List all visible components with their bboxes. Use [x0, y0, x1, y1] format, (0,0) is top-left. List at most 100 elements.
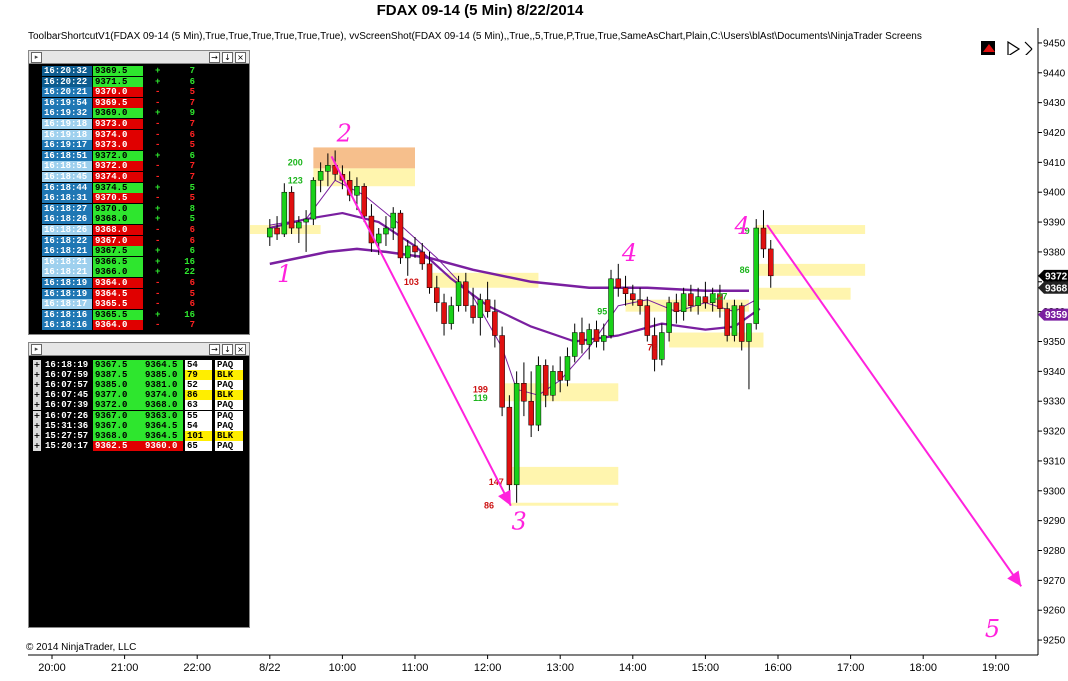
block-trades-panel[interactable]: ▸ → ↓ × +16:18:19 9367.5 9364.5 54 PAQ +16:07… [28, 342, 250, 628]
y-tick-label: 9390 [1043, 218, 1066, 229]
trend-arrow [766, 224, 1023, 587]
tape-size: 5 [189, 214, 195, 225]
arrow-down-icon[interactable]: ↓ [222, 344, 233, 355]
tape-time: 16:18:26 [42, 225, 92, 235]
tape-row[interactable]: 16:18:21 9366.0 +22 [29, 267, 249, 278]
block-high: 9367.5 [93, 360, 143, 370]
expand-icon[interactable]: + [33, 440, 41, 451]
tape-row[interactable]: 16:18:21 9366.5 +16 [29, 256, 249, 267]
candle-body [659, 332, 665, 360]
tape-time: 16:18:27 [42, 203, 92, 214]
tape-price: 9374.0 [93, 172, 143, 182]
tape-time: 16:18:19 [42, 278, 92, 288]
tape-price: 9365.5 [93, 309, 143, 320]
block-row[interactable]: +16:07:39 9372.0 9368.0 63 PAQ [29, 400, 249, 411]
close-icon[interactable]: × [235, 52, 246, 63]
tape-row[interactable]: 16:18:19 9364.5 - 5 [29, 288, 249, 299]
tape-row[interactable]: 16:18:51 9372.0 +6 [29, 150, 249, 161]
tape-row[interactable]: 16:18:16 9365.5 +16 [29, 309, 249, 320]
candle-body [637, 299, 643, 306]
arrow-right-icon[interactable]: → [209, 52, 220, 63]
tape-row[interactable]: 16:18:17 9365.5 - 6 [29, 299, 249, 310]
tape-row[interactable]: 16:19:18 9373.0 - 7 [29, 119, 249, 129]
tape-row[interactable]: 16:20:21 9370.0 - 5 [29, 87, 249, 98]
tape-row[interactable]: 16:20:32 9369.5 +7 [29, 66, 249, 76]
step-icon[interactable] [1022, 41, 1036, 55]
tape-row[interactable]: 16:20:22 9371.5 +6 [29, 76, 249, 87]
expand-icon[interactable]: + [33, 430, 41, 441]
tape-row[interactable]: 16:18:31 9370.5 - 5 [29, 193, 249, 204]
tape-price: 9372.0 [93, 161, 143, 172]
record-icon[interactable] [981, 41, 995, 55]
tape-time: 16:18:45 [42, 172, 92, 182]
tape-size: 5 [189, 182, 195, 193]
block-high: 9367.0 [93, 410, 143, 421]
y-tick-label: 9450 [1043, 38, 1066, 49]
block-row[interactable]: +16:07:26 9367.0 9363.0 55 PAQ [29, 410, 249, 421]
expand-icon[interactable]: + [33, 390, 41, 401]
tape-size: 6 [189, 299, 195, 310]
close-icon[interactable]: × [235, 344, 246, 355]
tape-row[interactable]: 16:19:54 9369.5 - 7 [29, 97, 249, 108]
x-tick-label: 19:00 [982, 662, 1010, 674]
candle-body [666, 302, 672, 333]
tape-row[interactable]: 16:18:44 9374.5 +5 [29, 182, 249, 193]
block-low: 9364.5 [143, 420, 183, 431]
arrow-right-icon[interactable]: → [209, 344, 220, 355]
tape-row[interactable]: 16:18:27 9370.0 +8 [29, 203, 249, 214]
tape-row[interactable]: 16:19:17 9373.0 - 5 [29, 140, 249, 151]
x-tick-label: 11:00 [402, 662, 429, 674]
tape-size: 6 [189, 235, 195, 246]
tape-row[interactable]: 16:18:26 9368.0 +5 [29, 214, 249, 225]
tape-row[interactable]: 16:18:16 9364.0 - 7 [29, 320, 249, 331]
tape-row[interactable]: 16:19:18 9374.0 - 6 [29, 129, 249, 140]
block-low: 9374.0 [143, 390, 183, 401]
candle-body [528, 400, 534, 426]
candle-body [550, 371, 556, 396]
expand-icon[interactable]: + [33, 380, 41, 391]
panel-header[interactable]: ▸ → ↓ × [29, 51, 249, 64]
candle-body [557, 371, 563, 381]
candle-body [404, 245, 411, 259]
tape-time: 16:20:21 [42, 87, 92, 98]
tape-size: 5 [189, 87, 195, 98]
play-icon[interactable] [1007, 41, 1021, 55]
tape-row[interactable]: 16:19:32 9369.0 +9 [29, 108, 249, 119]
pin-icon[interactable]: ▸ [31, 344, 42, 355]
time-and-sales-panel[interactable]: ▸ → ↓ × 16:20:32 9369.5 +7 16:20:22 9371.5 +6… [28, 50, 250, 335]
tape-side: - [155, 87, 161, 98]
block-row[interactable]: +16:07:45 9377.0 9374.0 86 BLK [29, 390, 249, 401]
tape-row[interactable]: 16:18:19 9364.0 - 6 [29, 278, 249, 288]
block-row[interactable]: +16:07:59 9387.5 9385.0 79 BLK [29, 370, 249, 381]
tape-row[interactable]: 16:18:51 9372.0 - 7 [29, 161, 249, 172]
tape-row[interactable]: 16:18:21 9367.5 +6 [29, 246, 249, 257]
volume-label: 200 [288, 157, 303, 167]
candle-body [412, 245, 418, 253]
tape-row[interactable]: 16:18:22 9367.0 - 6 [29, 235, 249, 246]
candle-body [564, 356, 571, 381]
expand-icon[interactable]: + [33, 420, 41, 431]
zone [756, 287, 851, 300]
expand-icon[interactable]: + [33, 360, 41, 370]
x-tick-label: 12:00 [474, 662, 502, 674]
block-row[interactable]: +16:07:57 9385.0 9381.0 52 PAQ [29, 380, 249, 391]
y-tick-label: 9430 [1043, 98, 1066, 109]
expand-icon[interactable]: + [33, 400, 41, 411]
expand-icon[interactable]: + [33, 370, 41, 381]
pin-icon[interactable]: ▸ [31, 52, 42, 63]
expand-icon[interactable]: + [33, 410, 41, 421]
block-row[interactable]: +15:27:57 9368.0 9364.5 101 BLK [29, 430, 249, 441]
panel-header[interactable]: ▸ → ↓ × [29, 343, 249, 356]
block-size: 65 [185, 440, 212, 451]
tape-row[interactable]: 16:18:26 9368.0 - 6 [29, 225, 249, 235]
tape-row[interactable]: 16:18:45 9374.0 - 7 [29, 172, 249, 182]
tape-time: 16:18:16 [42, 320, 92, 331]
block-row[interactable]: +16:18:19 9367.5 9364.5 54 PAQ [29, 360, 249, 370]
tape-price: 9366.0 [93, 267, 143, 278]
block-row[interactable]: +15:31:36 9367.0 9364.5 54 PAQ [29, 420, 249, 431]
arrow-down-icon[interactable]: ↓ [222, 52, 233, 63]
tape-price: 9369.5 [93, 66, 143, 76]
tape-time: 16:18:21 [42, 256, 92, 267]
block-row[interactable]: +15:20:17 9362.5 9360.0 65 PAQ [29, 440, 249, 451]
zone [625, 299, 749, 312]
